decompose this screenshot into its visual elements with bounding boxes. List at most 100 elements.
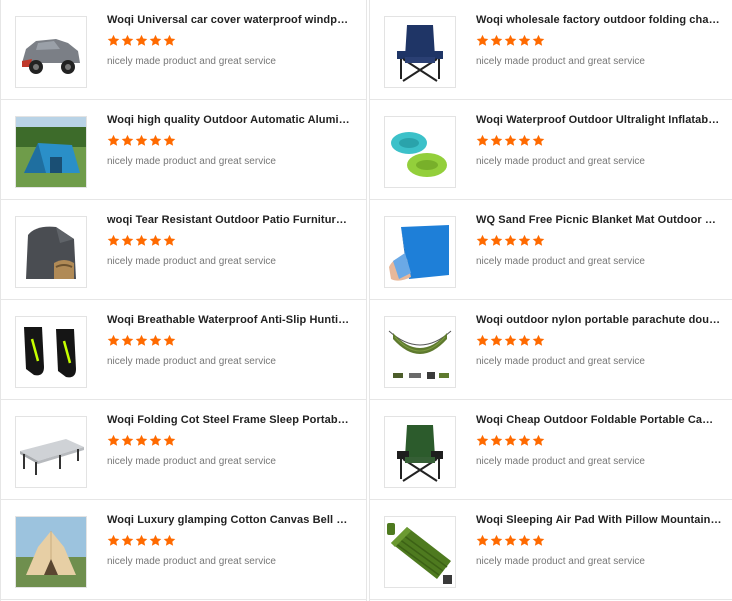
folding-cot-image[interactable]	[15, 416, 87, 488]
product-card[interactable]: Woqi Universal car cover waterproof wind…	[1, 0, 366, 100]
product-card[interactable]: Woqi high quality Outdoor Automatic Alum…	[1, 100, 366, 200]
star-icon	[518, 534, 531, 546]
product-card[interactable]: Woqi Cheap Outdoor Foldable Portable Cam…	[370, 400, 732, 500]
product-title[interactable]: Woqi Sleeping Air Pad With Pillow Mounta…	[476, 514, 722, 526]
furniture-cover-image[interactable]	[15, 216, 87, 288]
star-icon	[532, 534, 545, 546]
product-card[interactable]: Woqi outdoor nylon portable parachute do…	[370, 300, 732, 400]
rating-stars	[107, 434, 176, 448]
sleeping-pad-image[interactable]	[384, 516, 456, 588]
review-text: nicely made product and great service	[476, 556, 645, 567]
product-title[interactable]: Woqi outdoor nylon portable parachute do…	[476, 314, 722, 326]
star-icon	[476, 34, 489, 46]
product-card[interactable]: WQ Sand Free Picnic Blanket Mat Outdoor …	[370, 200, 732, 300]
star-icon	[476, 334, 489, 346]
product-title[interactable]: Woqi high quality Outdoor Automatic Alum…	[107, 114, 351, 126]
picnic-blanket-image[interactable]	[384, 216, 456, 288]
star-icon	[121, 34, 134, 46]
star-icon	[504, 434, 517, 446]
star-icon	[532, 334, 545, 346]
star-icon	[532, 434, 545, 446]
tent-image[interactable]	[15, 116, 87, 188]
star-icon	[121, 334, 134, 346]
product-card[interactable]: Woqi Waterproof Outdoor Ultralight Infla…	[370, 100, 732, 200]
star-icon	[121, 234, 134, 246]
star-icon	[121, 134, 134, 146]
rating-stars	[476, 34, 545, 48]
review-text: nicely made product and great service	[107, 56, 276, 67]
star-icon	[490, 334, 503, 346]
product-card[interactable]: Woqi Sleeping Air Pad With Pillow Mounta…	[370, 500, 732, 600]
star-icon	[149, 134, 162, 146]
product-card[interactable]: Woqi wholesale factory outdoor folding c…	[370, 0, 732, 100]
bell-tent-image[interactable]	[15, 516, 87, 588]
review-text: nicely made product and great service	[476, 56, 645, 67]
star-icon	[490, 134, 503, 146]
rating-stars	[476, 234, 545, 248]
star-icon	[107, 534, 120, 546]
review-text: nicely made product and great service	[107, 456, 276, 467]
star-icon	[518, 334, 531, 346]
review-text: nicely made product and great service	[476, 256, 645, 267]
inflatable-pillow-image[interactable]	[384, 116, 456, 188]
review-text: nicely made product and great service	[107, 356, 276, 367]
star-icon	[149, 34, 162, 46]
review-text: nicely made product and great service	[107, 256, 276, 267]
rating-stars	[107, 534, 176, 548]
star-icon	[163, 534, 176, 546]
star-icon	[149, 434, 162, 446]
star-icon	[107, 134, 120, 146]
product-title[interactable]: Woqi Folding Cot Steel Frame Sleep Porta…	[107, 414, 351, 426]
review-text: nicely made product and great service	[107, 556, 276, 567]
star-icon	[518, 34, 531, 46]
gaiters-image[interactable]	[15, 316, 87, 388]
rating-stars	[107, 234, 176, 248]
star-icon	[107, 334, 120, 346]
star-icon	[107, 34, 120, 46]
rating-stars	[107, 334, 176, 348]
star-icon	[518, 134, 531, 146]
star-icon	[532, 234, 545, 246]
product-title[interactable]: Woqi Waterproof Outdoor Ultralight Infla…	[476, 114, 722, 126]
star-icon	[490, 34, 503, 46]
star-icon	[490, 534, 503, 546]
star-icon	[107, 234, 120, 246]
review-text: nicely made product and great service	[476, 156, 645, 167]
star-icon	[490, 234, 503, 246]
star-icon	[135, 534, 148, 546]
rating-stars	[476, 434, 545, 448]
star-icon	[163, 234, 176, 246]
star-icon	[476, 434, 489, 446]
product-title[interactable]: Woqi Breathable Waterproof Anti-Slip Hun…	[107, 314, 351, 326]
star-icon	[518, 234, 531, 246]
star-icon	[121, 434, 134, 446]
product-card[interactable]: woqi Tear Resistant Outdoor Patio Furnit…	[1, 200, 366, 300]
product-title[interactable]: Woqi Luxury glamping Cotton Canvas Bell …	[107, 514, 351, 526]
star-icon	[504, 334, 517, 346]
star-icon	[135, 234, 148, 246]
product-card[interactable]: Woqi Breathable Waterproof Anti-Slip Hun…	[1, 300, 366, 400]
product-title[interactable]: WQ Sand Free Picnic Blanket Mat Outdoor …	[476, 214, 722, 226]
camp-chair-image[interactable]	[384, 416, 456, 488]
star-icon	[135, 434, 148, 446]
folding-chair-image[interactable]	[384, 16, 456, 88]
star-icon	[490, 434, 503, 446]
star-icon	[121, 534, 134, 546]
product-card[interactable]: Woqi Luxury glamping Cotton Canvas Bell …	[1, 500, 366, 600]
star-icon	[504, 134, 517, 146]
star-icon	[504, 234, 517, 246]
star-icon	[476, 134, 489, 146]
star-icon	[135, 34, 148, 46]
rating-stars	[476, 534, 545, 548]
product-title[interactable]: woqi Tear Resistant Outdoor Patio Furnit…	[107, 214, 351, 226]
rating-stars	[107, 134, 176, 148]
car-cover-image[interactable]	[15, 16, 87, 88]
hammock-image[interactable]	[384, 316, 456, 388]
product-title[interactable]: Woqi Cheap Outdoor Foldable Portable Cam…	[476, 414, 722, 426]
product-title[interactable]: Woqi Universal car cover waterproof wind…	[107, 14, 351, 26]
rating-stars	[107, 34, 176, 48]
star-icon	[518, 434, 531, 446]
star-icon	[135, 134, 148, 146]
product-title[interactable]: Woqi wholesale factory outdoor folding c…	[476, 14, 722, 26]
product-card[interactable]: Woqi Folding Cot Steel Frame Sleep Porta…	[1, 400, 366, 500]
